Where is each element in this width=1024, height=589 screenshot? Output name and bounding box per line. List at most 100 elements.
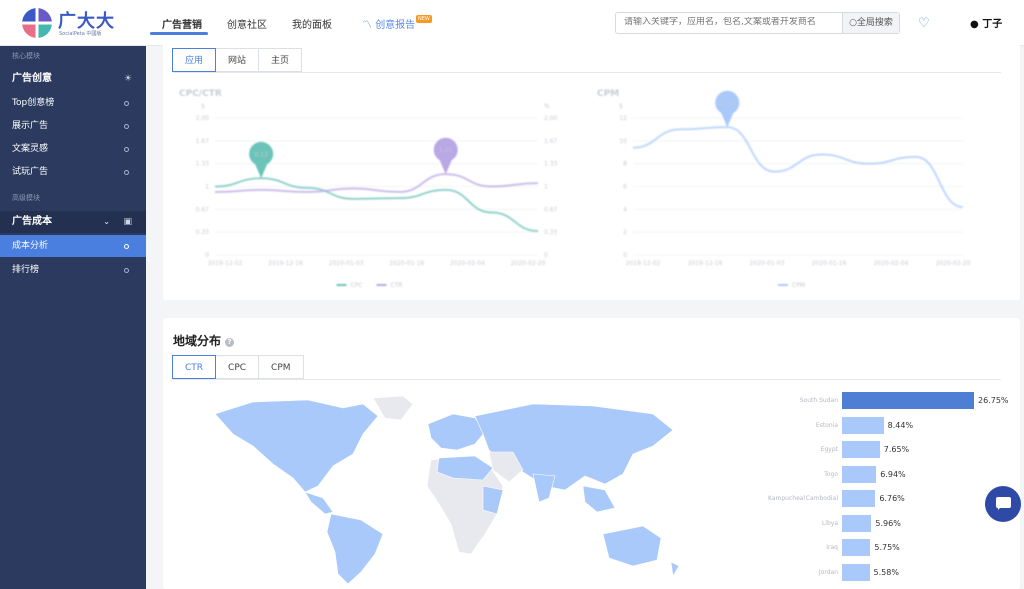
y-tick-label: 6 [623, 184, 627, 191]
x-tick-label: 2020-02-04 [874, 260, 909, 267]
cpc-ctr-chart: CPC/CTR $ % 0 0 0.33 0.33 0.67 0.67 1 1 1.33 1.33 1.6… [179, 89, 558, 289]
nav-creative-community[interactable]: 创意社区 [227, 16, 267, 31]
bar-value-label: 6.76% [879, 494, 905, 503]
bar-category-label: Libya [821, 519, 838, 527]
bar-value-label: 6.94% [880, 469, 906, 479]
search-icon: ○ [849, 18, 857, 28]
y-tick-label: 12 [619, 115, 627, 122]
y-tick-label-right: 1 [544, 184, 548, 191]
y-tick-label: 2 [623, 229, 627, 236]
y-tick-label: 2.00 [196, 115, 210, 122]
bar[interactable] [842, 416, 884, 434]
marker-label: 0.13 [254, 151, 268, 158]
legend-label: CTR [391, 282, 403, 289]
logo-subtitle: SocialPeta 中國版 [59, 31, 102, 37]
world-map[interactable] [213, 394, 683, 584]
geo-title: 地域分布? [173, 332, 235, 349]
sidebar-group-ad-creative[interactable]: 广告创意 ☀ [0, 68, 146, 90]
sidebar-item-ranking[interactable]: 排行榜 [0, 259, 146, 281]
bar-value-label: 5.58% [873, 567, 899, 577]
sidebar-group-ad-cost[interactable]: 广告成本 ⌄ ▣ [0, 211, 146, 233]
circle-icon [124, 244, 129, 249]
circle-icon [124, 101, 129, 106]
bar-category-label: Kampuchea(Cambodia) [768, 495, 839, 502]
marker-label: 11.20 [719, 100, 736, 107]
bar[interactable] [842, 514, 872, 532]
sidebar: 核心模块 广告创意 ☀ Top创意榜 展示广告 文案灵感 试玩广告 高级模块 广… [0, 46, 146, 589]
y-tick-label: 0.33 [196, 229, 210, 236]
bar[interactable] [842, 392, 974, 409]
y-tick-label: 0 [205, 252, 209, 259]
nav-active-indicator [150, 32, 208, 35]
sidebar-section-core: 核心模块 [12, 52, 40, 60]
bar[interactable] [842, 441, 880, 458]
chart-icon: 〽 [362, 20, 372, 31]
marker-pin [433, 137, 458, 175]
search-input[interactable] [624, 17, 839, 27]
bar-category-label: Egypt [820, 446, 838, 453]
heart-icon[interactable]: ♡ [918, 16, 930, 31]
help-icon[interactable]: ? [225, 338, 235, 347]
global-search-label: 全局搜索 [856, 18, 893, 28]
bar[interactable] [842, 539, 871, 556]
geo-title-text: 地域分布 [173, 334, 222, 348]
x-tick-label: 2019-12-02 [626, 260, 661, 267]
bar[interactable] [842, 465, 877, 483]
tab-cpm[interactable]: CPM [258, 355, 304, 379]
geo-distribution-card: 地域分布? CTR CPC CPM South Sudan 26.75% Est… [163, 318, 1020, 589]
nav-creative-report[interactable]: 〽 创意报告 [362, 16, 415, 31]
user-menu[interactable]: ● 丁子 [970, 15, 1002, 30]
sidebar-item-top-creative[interactable]: Top创意榜 [0, 92, 146, 114]
tab-app[interactable]: 应用 [172, 48, 217, 72]
chat-icon[interactable] [985, 486, 1021, 522]
sidebar-group-label: 广告成本 [12, 216, 52, 227]
bar-category-label: Togo [824, 470, 838, 478]
series-line-ctr [214, 173, 539, 193]
y-axis-unit: $ [619, 103, 623, 110]
logo-icon[interactable] [22, 8, 52, 38]
sidebar-item-playable-ads[interactable]: 试玩广告 [0, 161, 146, 183]
geo-metric-tabs: CTR CPC CPM [172, 355, 304, 379]
bar-value-label: 8.44% [887, 420, 914, 430]
sidebar-item-display-ads[interactable]: 展示广告 [0, 115, 146, 137]
x-tick-label: 2020-01-03 [750, 260, 785, 267]
bar[interactable] [842, 490, 876, 507]
x-tick-label: 2019-12-16 [688, 260, 723, 267]
nav-ad-marketing[interactable]: 广告营销 [162, 16, 202, 31]
marker-pin [249, 141, 274, 179]
sidebar-item-cost-analysis[interactable]: 成本分析 [0, 235, 146, 257]
map-africa-east [482, 485, 504, 515]
circle-icon [124, 124, 129, 129]
global-search-button[interactable]: ○全局搜索 [842, 13, 899, 33]
bar-value-label: 7.65% [883, 445, 910, 454]
y-axis-unit-right: % [544, 103, 550, 110]
x-tick-label: 2020-01-16 [389, 260, 424, 267]
circle-icon [124, 268, 129, 273]
cpm-chart: CPM$0246810122019-12-02 2019-12-16 2020-01… [597, 89, 971, 289]
sidebar-item-label: 展示广告 [12, 121, 49, 131]
nav-my-dashboard[interactable]: 我的面板 [292, 16, 332, 31]
sidebar-item-label: 成本分析 [12, 241, 49, 251]
map-new-zealand [670, 561, 680, 577]
bar[interactable] [842, 563, 870, 581]
analysis-icon: ▣ [123, 217, 132, 227]
map-north-america [214, 399, 379, 493]
chevron-down-icon: ⌄ [103, 217, 110, 226]
user-name: 丁子 [982, 19, 1003, 30]
marker-label: 1.01 [439, 147, 453, 154]
search-box: ○全局搜索 [615, 12, 900, 34]
x-tick-label: 2020-02-20 [511, 260, 546, 267]
y-tick-label-right: 0.33 [544, 229, 558, 236]
map-australia [602, 525, 662, 567]
map-greenland [372, 395, 414, 421]
tab-cpc[interactable]: CPC [215, 355, 260, 379]
y-tick-label-right: 2.00 [544, 115, 558, 122]
sidebar-item-copy-inspiration[interactable]: 文案灵感 [0, 138, 146, 160]
x-tick-label: 2019-12-16 [268, 260, 303, 267]
y-tick-label: 1.33 [196, 161, 210, 168]
map-central-america [304, 491, 334, 515]
bar-category-label: Jordan [818, 568, 838, 576]
marker-pin [715, 90, 740, 128]
y-tick-label: 10 [619, 138, 627, 145]
tab-ctr[interactable]: CTR [172, 355, 217, 379]
